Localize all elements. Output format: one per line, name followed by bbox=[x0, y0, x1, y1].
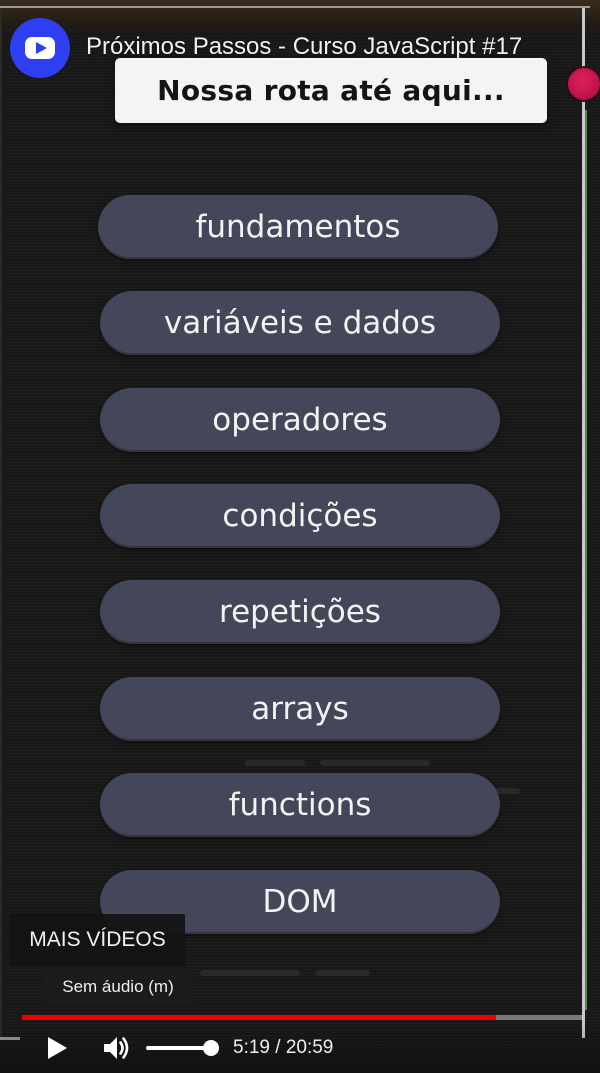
topic-label: condições bbox=[222, 498, 378, 534]
progress-played bbox=[22, 1015, 496, 1020]
frame-edge-right-green bbox=[585, 110, 587, 1010]
topic-label: operadores bbox=[212, 402, 388, 438]
video-title[interactable]: Próximos Passos - Curso JavaScript #17 bbox=[86, 33, 586, 61]
background-text-ghost bbox=[245, 760, 305, 766]
topic-label: repetições bbox=[219, 594, 381, 630]
more-videos-button[interactable]: MAIS VÍDEOS bbox=[10, 914, 185, 966]
progress-bar[interactable] bbox=[22, 1015, 582, 1020]
topic-pill: operadores bbox=[100, 388, 500, 452]
topic-pill: fundamentos bbox=[98, 195, 498, 259]
topic-pill: repetições bbox=[100, 580, 500, 644]
mute-tooltip: Sem áudio (m) bbox=[43, 971, 193, 1003]
volume-icon bbox=[104, 1037, 129, 1059]
time-display: 5:19 / 20:59 bbox=[233, 1037, 334, 1058]
slide-headline-card: Nossa rota até aqui... bbox=[115, 58, 547, 123]
frame-edge-left bbox=[0, 8, 2, 1038]
record-indicator-icon bbox=[566, 66, 600, 102]
volume-slider[interactable] bbox=[146, 1040, 219, 1056]
topic-pill: condições bbox=[100, 484, 500, 548]
background-text-ghost bbox=[200, 970, 300, 976]
video-player[interactable]: Próximos Passos - Curso JavaScript #17 N… bbox=[0, 0, 600, 1073]
topic-label: fundamentos bbox=[195, 209, 401, 245]
volume-level bbox=[146, 1046, 211, 1050]
volume-handle[interactable] bbox=[202, 1040, 219, 1056]
topic-label: variáveis e dados bbox=[163, 305, 437, 341]
frame-edge-top bbox=[0, 6, 590, 8]
topic-pill: functions bbox=[100, 773, 500, 837]
volume-button[interactable] bbox=[98, 1030, 134, 1066]
slide-headline: Nossa rota até aqui... bbox=[157, 74, 505, 107]
frame-edge-bottom bbox=[0, 1037, 20, 1040]
channel-avatar[interactable] bbox=[10, 18, 70, 78]
topic-pill: arrays bbox=[100, 677, 500, 741]
topic-pill: variáveis e dados bbox=[100, 291, 500, 355]
topic-label: functions bbox=[228, 787, 372, 823]
youtube-play-icon bbox=[25, 37, 55, 59]
topic-label: DOM bbox=[262, 884, 338, 920]
play-icon bbox=[48, 1037, 67, 1059]
topic-label: arrays bbox=[251, 691, 349, 727]
background-text-ghost bbox=[315, 970, 370, 976]
play-button[interactable] bbox=[40, 1032, 72, 1064]
background-text-ghost bbox=[320, 760, 430, 766]
